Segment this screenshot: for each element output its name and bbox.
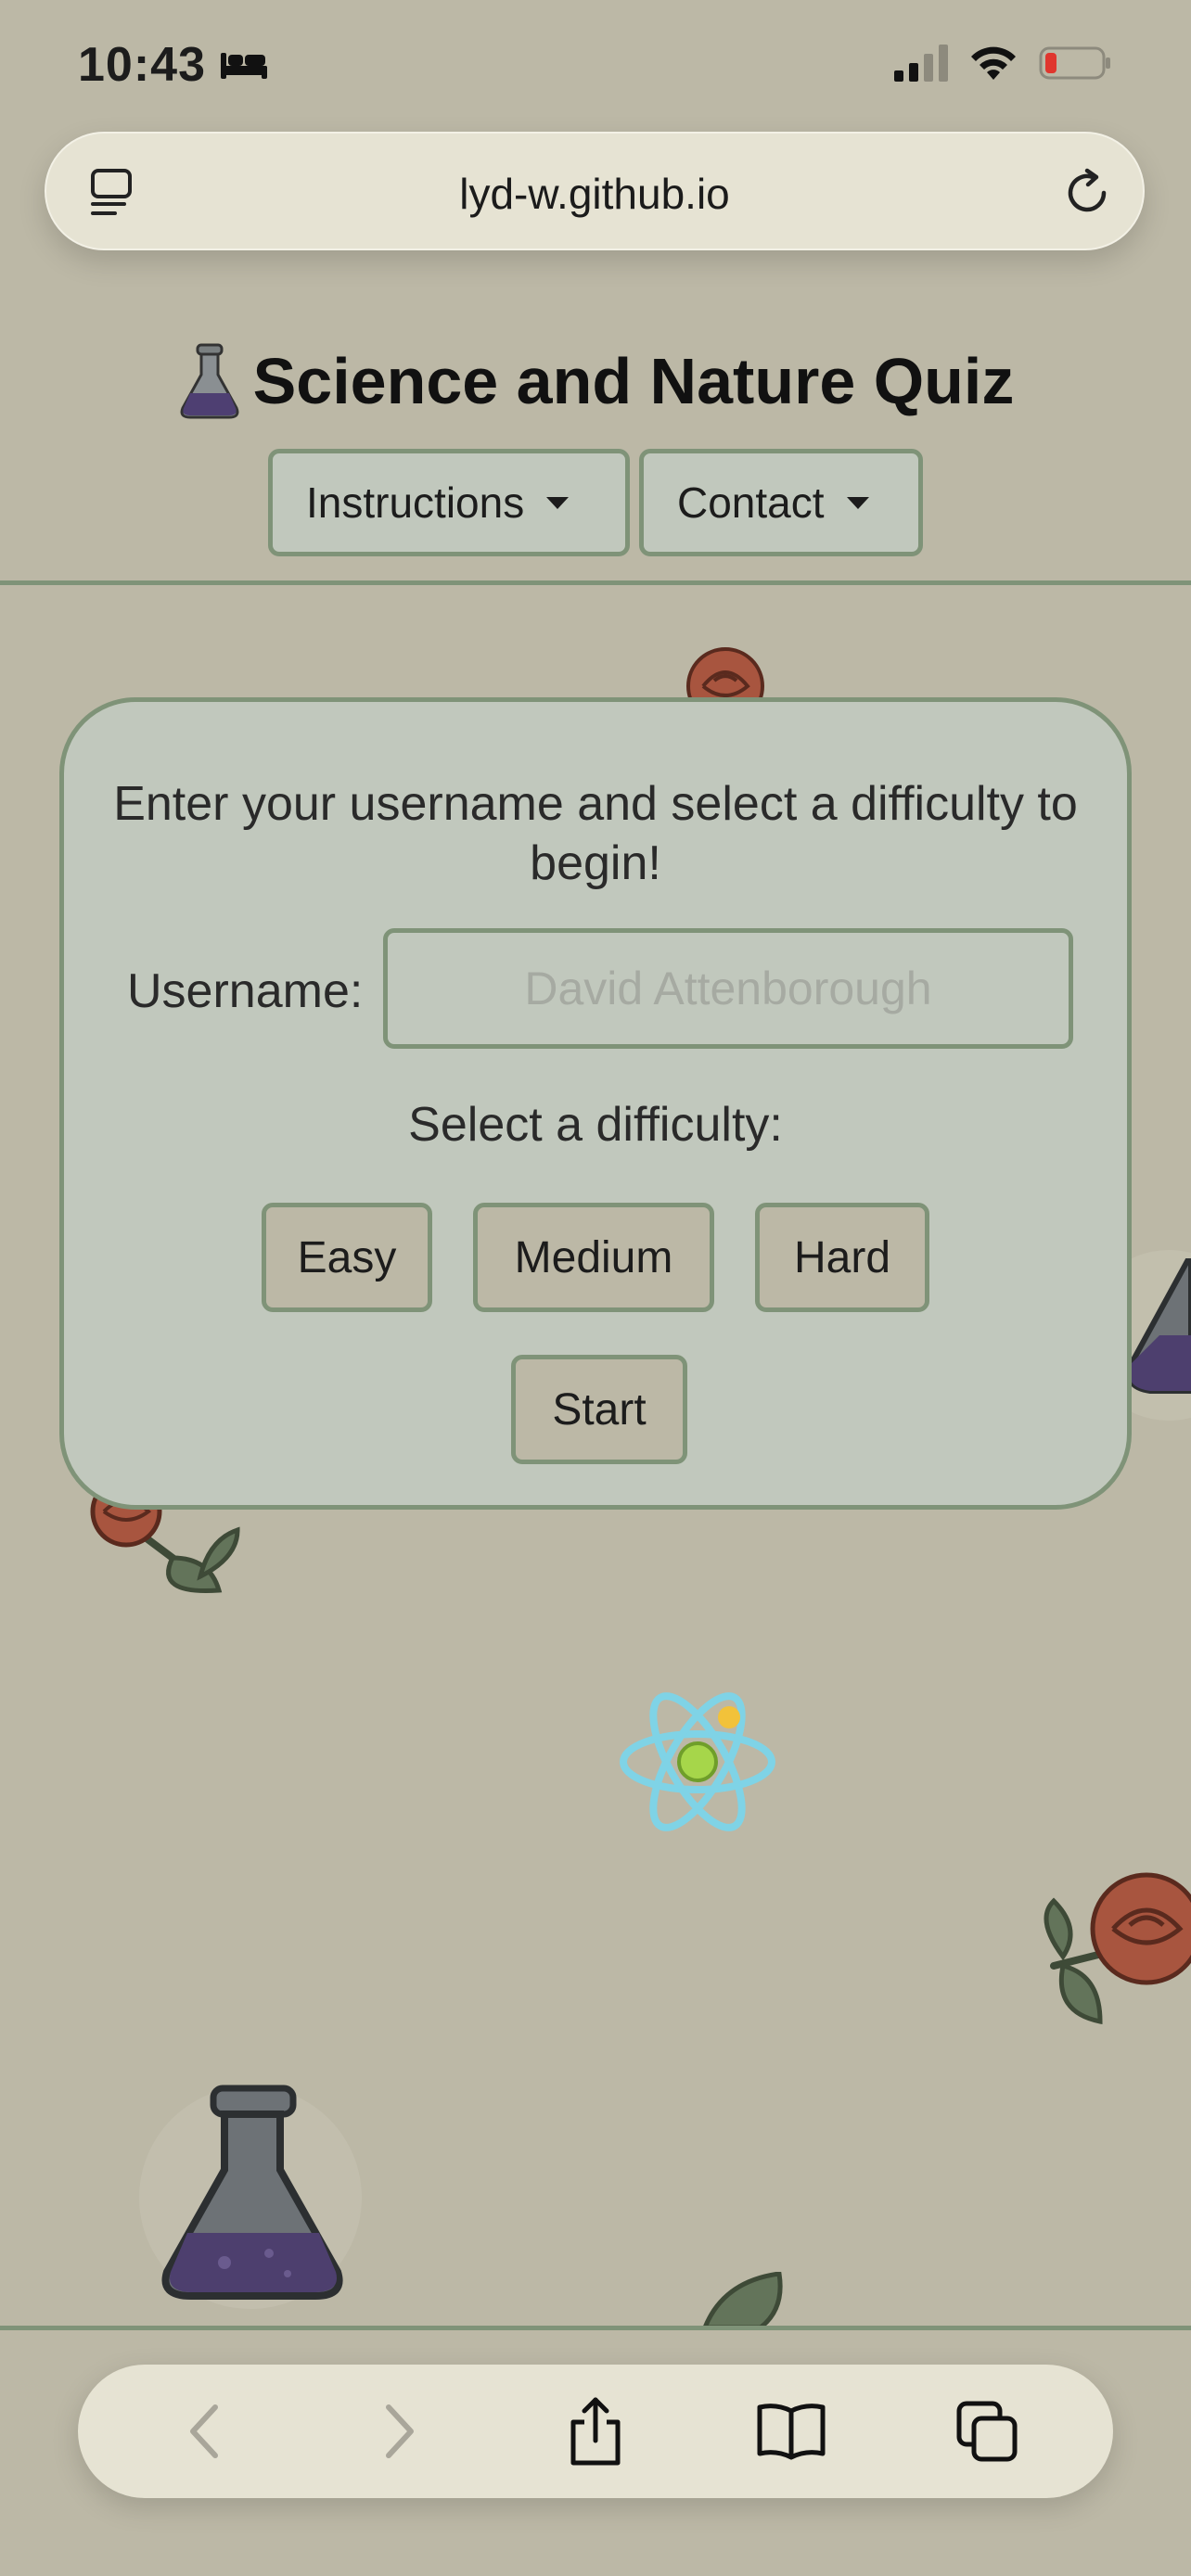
- medium-button[interactable]: Medium: [473, 1203, 714, 1312]
- atom-icon: [620, 1692, 775, 1831]
- status-bar: 10:43: [0, 0, 1191, 130]
- address-bar[interactable]: lyd-w.github.io: [45, 132, 1145, 250]
- header-divider: [0, 580, 1191, 585]
- forward-arrow-icon[interactable]: [358, 2390, 442, 2473]
- quiz-setup-card: Enter your username and select a difficu…: [59, 697, 1132, 1510]
- difficulty-label: Select a difficulty:: [408, 1098, 783, 1152]
- contact-label: Contact: [677, 478, 825, 527]
- url-text[interactable]: lyd-w.github.io: [46, 169, 1143, 219]
- difficulty-options: Easy Medium Hard: [64, 1203, 1127, 1312]
- tabs-icon[interactable]: [945, 2390, 1029, 2473]
- reload-icon[interactable]: [1059, 165, 1115, 225]
- footer-divider: [0, 2326, 1191, 2330]
- leaf-icon: [702, 2272, 783, 2327]
- wifi-icon: [971, 46, 1016, 80]
- flask-icon: [139, 2085, 362, 2309]
- instructions-dropdown-button[interactable]: Instructions: [268, 449, 630, 556]
- page-title-text: Science and Nature Quiz: [252, 345, 1015, 417]
- username-label: Username:: [127, 964, 364, 1018]
- rose-icon: [1044, 1872, 1191, 2025]
- battery-low-icon: [1039, 46, 1110, 80]
- hard-button[interactable]: Hard: [755, 1203, 929, 1312]
- share-icon[interactable]: [554, 2390, 637, 2473]
- bed-icon: [221, 53, 267, 79]
- instructions-label: Instructions: [306, 478, 525, 527]
- back-arrow-icon[interactable]: [162, 2390, 246, 2473]
- caret-down-icon: [546, 496, 570, 509]
- card-heading: Enter your username and select a difficu…: [113, 777, 1078, 890]
- status-time: 10:43: [78, 38, 206, 92]
- caret-down-icon: [846, 496, 869, 509]
- start-button[interactable]: Start: [511, 1355, 687, 1464]
- page-title: Science and Nature Quiz: [0, 343, 1191, 419]
- header-nav: Instructions Contact: [0, 449, 1191, 556]
- cellular-signal-icon: [894, 45, 948, 82]
- bookmarks-book-icon[interactable]: [749, 2390, 833, 2473]
- username-input[interactable]: [383, 928, 1073, 1049]
- flask-icon: [180, 343, 239, 419]
- contact-dropdown-button[interactable]: Contact: [639, 449, 923, 556]
- browser-toolbar: [78, 2365, 1113, 2498]
- easy-button[interactable]: Easy: [262, 1203, 432, 1312]
